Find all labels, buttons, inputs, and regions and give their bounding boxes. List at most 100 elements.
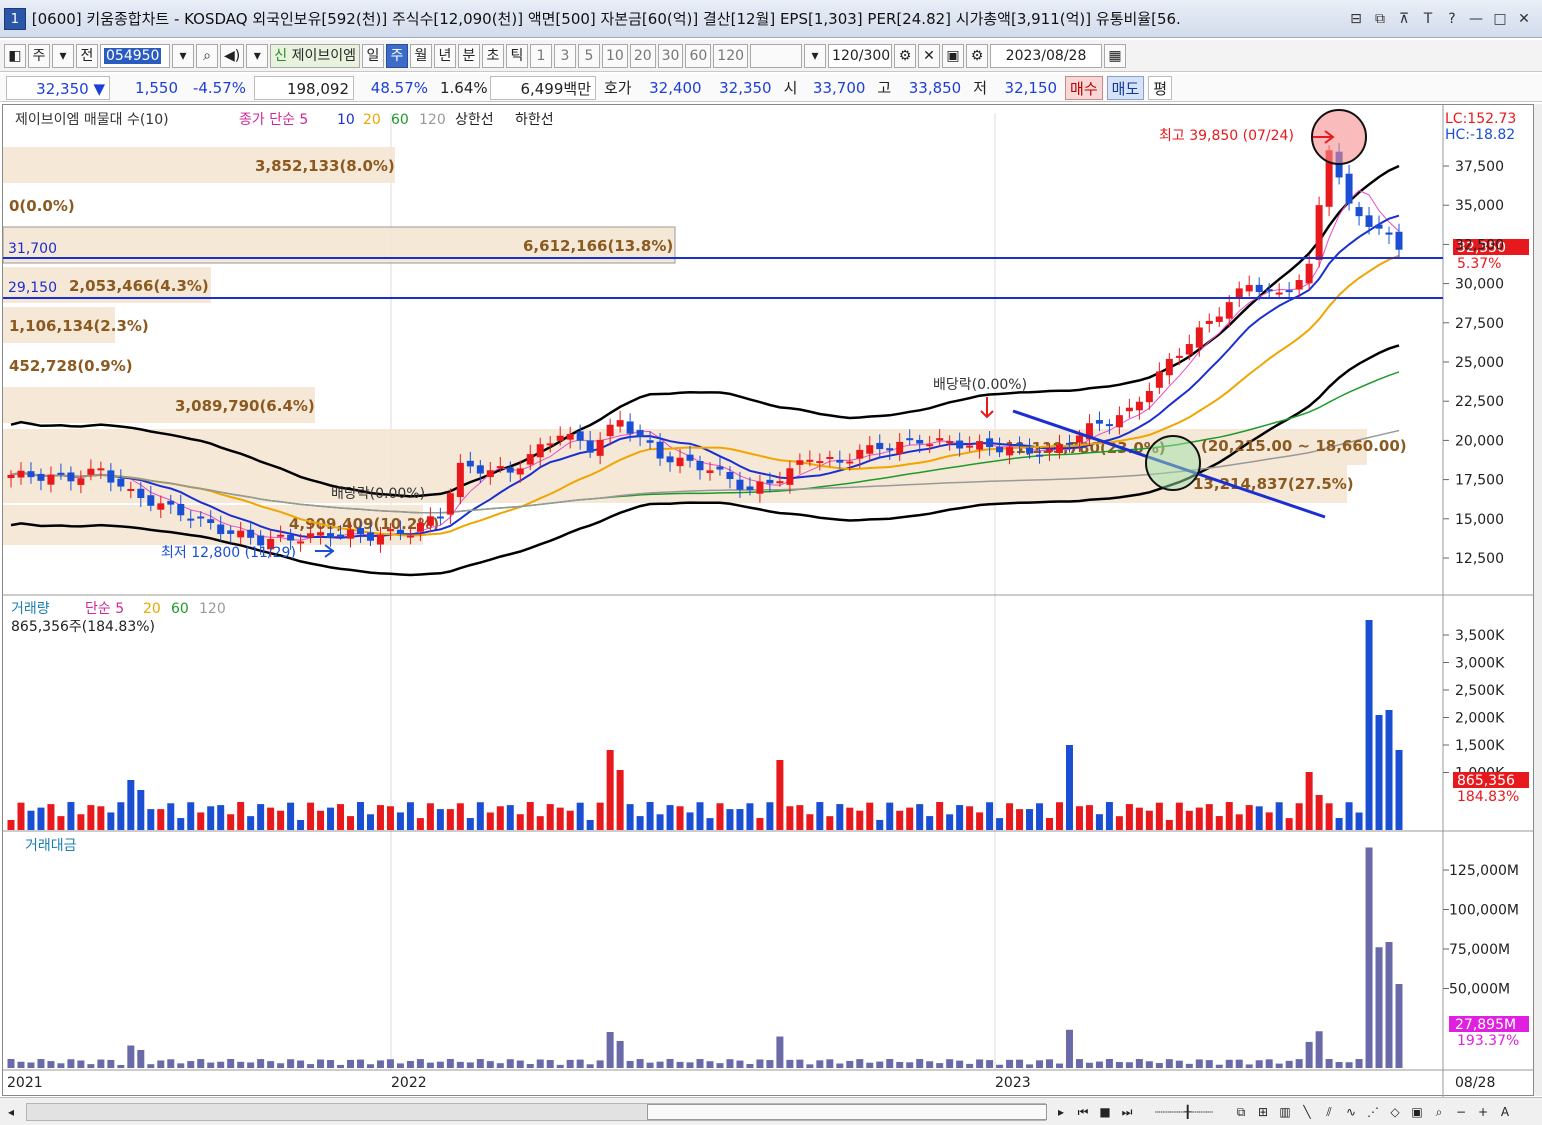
stop-icon[interactable]: ■ bbox=[1095, 1102, 1115, 1122]
ma-legend-120[interactable]: 120 bbox=[419, 112, 446, 128]
price-axis-label: 15,000 bbox=[1455, 512, 1504, 528]
interval-20[interactable]: 20 bbox=[629, 43, 656, 68]
ma-legend-10[interactable]: 10 bbox=[337, 112, 355, 128]
minimize-button[interactable]: — bbox=[1466, 9, 1486, 29]
volume-bar bbox=[596, 802, 604, 830]
date-input[interactable]: 2023/08/28 bbox=[990, 43, 1103, 68]
chart-area[interactable]: 3,852,133(8.0%) 0(0.0%) 6,612,166(13.8%) 2,… bbox=[2, 104, 1535, 1097]
count-input[interactable]: 120/300 bbox=[828, 43, 893, 68]
interval-dropdown-icon[interactable]: ▾ bbox=[804, 43, 827, 68]
volume-ma-120[interactable]: 120 bbox=[199, 601, 226, 617]
first-icon[interactable]: ⏮ bbox=[1073, 1102, 1093, 1122]
interval-input[interactable] bbox=[750, 43, 803, 68]
scroll-thumb[interactable] bbox=[647, 1103, 1047, 1120]
period-icon[interactable]: ▥ bbox=[1275, 1102, 1295, 1122]
shape-icon[interactable]: ◇ bbox=[1385, 1102, 1405, 1122]
amount-bar bbox=[706, 1061, 714, 1068]
sound-dropdown-icon[interactable]: ▾ bbox=[246, 43, 269, 68]
tab-tick[interactable]: 틱 bbox=[505, 43, 528, 68]
tab-day[interactable]: 일 bbox=[361, 43, 384, 68]
stock-code-input[interactable]: 054950 bbox=[100, 43, 170, 68]
tab-week[interactable]: 주 bbox=[385, 43, 408, 68]
calendar-icon[interactable]: ▦ bbox=[1104, 43, 1127, 68]
interval-5[interactable]: 5 bbox=[577, 43, 600, 68]
layout-toggle-icon[interactable]: ◧ bbox=[4, 43, 26, 68]
candle-body bbox=[127, 489, 135, 492]
font-icon[interactable]: T bbox=[1418, 9, 1438, 29]
interval-10[interactable]: 10 bbox=[601, 43, 628, 68]
indicator-icon[interactable]: ⚙ bbox=[894, 43, 917, 68]
search-icon[interactable]: ⌕ bbox=[196, 43, 218, 68]
auto-scale-icon[interactable]: A bbox=[1495, 1102, 1515, 1122]
trend-icon[interactable]: ╲ bbox=[1297, 1102, 1317, 1122]
line-icon[interactable]: ∿ bbox=[1341, 1102, 1361, 1122]
prev-button[interactable]: 전 bbox=[76, 43, 98, 68]
volume-ma-20[interactable]: 20 bbox=[143, 601, 161, 617]
amount-bar bbox=[317, 1059, 325, 1068]
maximize-button[interactable]: □ bbox=[1490, 9, 1510, 29]
scroll-left-icon[interactable]: ◂ bbox=[1, 1102, 21, 1122]
scroll-right-icon[interactable]: ▸ bbox=[1051, 1102, 1071, 1122]
ma-legend-60[interactable]: 60 bbox=[391, 112, 409, 128]
volume-bar bbox=[736, 809, 744, 830]
stock-name[interactable]: 신 제이브이엠 bbox=[270, 43, 360, 68]
market-dropdown-icon[interactable]: ▾ bbox=[52, 43, 74, 68]
tab-month[interactable]: 월 bbox=[409, 43, 432, 68]
interval-120[interactable]: 120 bbox=[713, 43, 749, 68]
amount-legend-title[interactable]: 거래대금 bbox=[25, 838, 77, 854]
sound-icon[interactable]: ◀) bbox=[220, 43, 245, 68]
ma-legend-20[interactable]: 20 bbox=[363, 112, 381, 128]
chart-canvas[interactable]: 3,852,133(8.0%) 0(0.0%) 6,612,166(13.8%) 2,… bbox=[2, 105, 1535, 1097]
close-button[interactable]: ✕ bbox=[1514, 9, 1534, 29]
settings-icon[interactable]: ⚙ bbox=[966, 43, 989, 68]
sell-button[interactable]: 매도 bbox=[1106, 75, 1145, 100]
volume-bar bbox=[516, 814, 524, 830]
volume-bar bbox=[1375, 715, 1383, 830]
code-dropdown-icon[interactable]: ▾ bbox=[172, 43, 194, 68]
interval-3[interactable]: 3 bbox=[553, 43, 576, 68]
candle-body bbox=[776, 481, 784, 484]
tab-second[interactable]: 초 bbox=[481, 43, 504, 68]
last-icon[interactable]: ⏭ bbox=[1117, 1102, 1137, 1122]
eval-button[interactable]: 평 bbox=[1148, 75, 1173, 100]
volume-bar bbox=[197, 812, 205, 830]
save-icon[interactable]: ▣ bbox=[942, 43, 965, 68]
amount-bar bbox=[267, 1061, 275, 1068]
vertical-scrollbar[interactable] bbox=[1534, 104, 1542, 1096]
volume-bar bbox=[247, 816, 255, 830]
drawing-icon[interactable]: ✕ bbox=[918, 43, 941, 68]
tile-icon[interactable]: ⧉ bbox=[1370, 9, 1390, 29]
pin-icon[interactable]: ⊼ bbox=[1394, 9, 1414, 29]
capture-icon[interactable]: ▣ bbox=[1407, 1102, 1427, 1122]
overlay-icon[interactable]: ⊞ bbox=[1253, 1102, 1273, 1122]
price-legend-title[interactable]: 제이브이엠 매물대 수(10) bbox=[15, 112, 169, 128]
help-icon[interactable]: ? bbox=[1442, 9, 1462, 29]
amount-bar bbox=[1375, 947, 1383, 1068]
tab-year[interactable]: 년 bbox=[433, 43, 456, 68]
interval-1[interactable]: 1 bbox=[529, 43, 552, 68]
interval-60[interactable]: 60 bbox=[685, 43, 712, 68]
lower-band-legend[interactable]: 하한선 bbox=[515, 112, 554, 128]
volume-bar bbox=[656, 814, 664, 830]
tab-minute[interactable]: 분 bbox=[457, 43, 480, 68]
layout-icon[interactable]: ⊟ bbox=[1346, 9, 1366, 29]
zoom-out-icon[interactable]: − bbox=[1451, 1102, 1471, 1122]
channel-icon[interactable]: ⋰ bbox=[1363, 1102, 1383, 1122]
zoom-in-icon[interactable]: + bbox=[1473, 1102, 1493, 1122]
zoom-ruler[interactable]: ┈┈┈┈╂┈┈┈ bbox=[1139, 1102, 1229, 1122]
interval-30[interactable]: 30 bbox=[657, 43, 684, 68]
volume-ma-label[interactable]: 단순 5 bbox=[85, 601, 124, 617]
volume-ma-60[interactable]: 60 bbox=[171, 601, 189, 617]
market-select[interactable]: 주 bbox=[28, 43, 50, 68]
compare-icon[interactable]: ⧉ bbox=[1231, 1102, 1251, 1122]
fib-icon[interactable]: ⫽ bbox=[1319, 1102, 1339, 1122]
zoom-icon[interactable]: ⌕ bbox=[1429, 1102, 1449, 1122]
volume-bar bbox=[227, 814, 235, 830]
amount-bar bbox=[416, 1059, 424, 1068]
volume-legend-title[interactable]: 거래량 bbox=[11, 601, 50, 617]
buy-button[interactable]: 매수 bbox=[1065, 75, 1103, 100]
amount-bar bbox=[936, 1063, 944, 1068]
ma-legend-label[interactable]: 종가 단순 5 bbox=[239, 112, 308, 128]
upper-band-legend[interactable]: 상한선 bbox=[455, 112, 494, 128]
horizontal-scrollbar[interactable] bbox=[26, 1102, 1047, 1121]
